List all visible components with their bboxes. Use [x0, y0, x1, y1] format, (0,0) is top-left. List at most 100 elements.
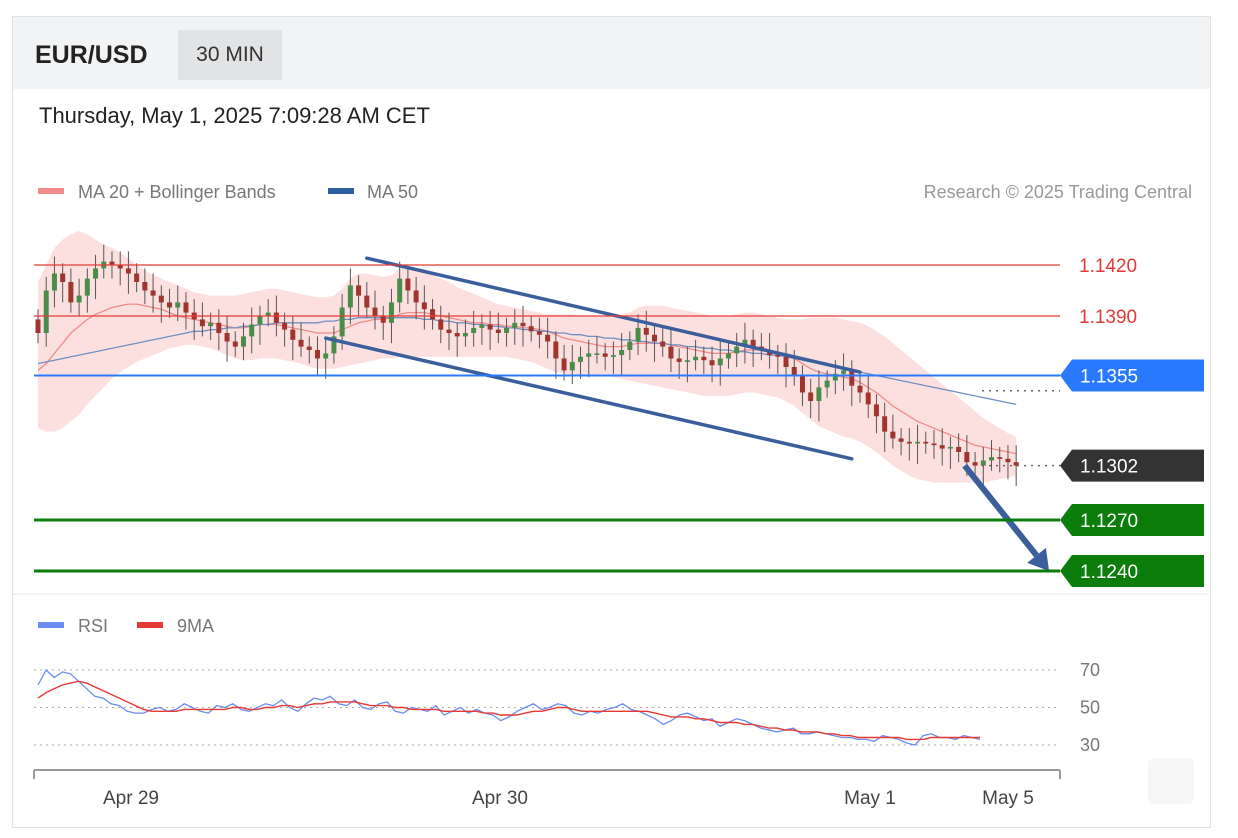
candle-body [356, 285, 362, 296]
candle-body [323, 353, 329, 359]
rsi-tick-label: 70 [1080, 660, 1100, 680]
rsi-ma-legend-swatch [137, 622, 163, 628]
support-tag: 1.1270 [1060, 504, 1204, 536]
candle-body [249, 324, 255, 337]
candle-body [898, 438, 904, 442]
x-tick-label: Apr 29 [103, 788, 159, 809]
candle-body [602, 353, 608, 357]
candle-body [93, 268, 99, 279]
candle-body [545, 334, 551, 342]
candle-body [372, 307, 378, 316]
candle-body [841, 370, 847, 374]
support-tag: 1.1240 [1060, 555, 1204, 587]
price-chart: MA 20 + Bollinger Bands MA 50 Research ©… [13, 182, 1209, 809]
candle-body [882, 416, 888, 432]
candle-body [347, 285, 353, 308]
ma20-legend-swatch [38, 188, 64, 194]
candle-body [849, 370, 855, 386]
candle-body [175, 302, 181, 308]
forecast-arrow-shaft [962, 463, 1039, 558]
candle-body [125, 268, 131, 274]
candle-body [167, 302, 173, 308]
x-tick-label: Apr 30 [472, 788, 528, 809]
candle-body [980, 460, 986, 466]
candle-body [964, 452, 970, 463]
pivot-tag-label: 1.1355 [1080, 367, 1138, 388]
credit-text: Research © 2025 Trading Central [924, 182, 1192, 202]
candle-body [989, 457, 995, 461]
candle-body [660, 341, 666, 347]
candle-body [216, 322, 222, 333]
resistance-label: 1.1390 [1079, 307, 1137, 328]
support-tag-label: 1.1240 [1080, 562, 1138, 583]
rsi-legend-label: RSI [78, 616, 108, 636]
candle-body [421, 302, 427, 310]
candle-body [306, 346, 312, 350]
candle-body [627, 341, 633, 350]
resistance-label: 1.1420 [1079, 256, 1137, 277]
candle-body [569, 361, 575, 371]
candle-body [405, 278, 411, 291]
candle-body [388, 302, 394, 323]
candle-body [816, 387, 822, 401]
candle-body [438, 319, 444, 330]
candle-body [298, 339, 304, 347]
candle-body [60, 273, 66, 282]
candle-body [471, 327, 477, 333]
x-tick-label: May 1 [844, 788, 896, 809]
candle-body [915, 441, 921, 444]
candle-body [947, 446, 953, 449]
pivot-tag: 1.1355 [1060, 359, 1204, 392]
zoom-widget[interactable] [1148, 758, 1194, 804]
rsi-legend-swatch [38, 622, 64, 628]
candle-body [873, 404, 879, 417]
candle-body [290, 329, 296, 340]
candle-body [693, 356, 699, 361]
candle-body [528, 326, 534, 332]
candle-body [446, 329, 452, 333]
candle-body [791, 367, 797, 376]
rsi-ma-line [37, 680, 980, 741]
candle-body [734, 346, 740, 354]
candle-body [923, 441, 929, 444]
candle-body [208, 322, 214, 327]
candle-body [150, 290, 156, 296]
candle-body [931, 443, 937, 446]
candle-body [339, 307, 345, 337]
rsi-tick-label: 30 [1080, 735, 1100, 755]
candle-body [865, 392, 871, 405]
last-tag-label: 1.1302 [1080, 457, 1138, 478]
candle-body [397, 278, 403, 303]
candle-body [561, 358, 567, 371]
candle-body [594, 353, 600, 355]
candle-body [783, 356, 789, 367]
candle-body [610, 355, 616, 357]
candle-body [684, 360, 690, 362]
candle-body [997, 457, 1003, 459]
candle-body [487, 324, 493, 330]
candle-body [643, 327, 649, 335]
candle-body [972, 462, 978, 466]
candle-body [717, 358, 723, 366]
candle-body [586, 353, 592, 357]
candle-body [857, 385, 863, 393]
candle-body [536, 331, 542, 335]
bollinger-band [38, 231, 1017, 483]
candle-body [462, 333, 468, 337]
rsi-ma-legend-label: 9MA [177, 616, 214, 636]
ma50-legend-swatch [328, 188, 354, 194]
candle-body [553, 341, 559, 359]
ma50-legend-label: MA 50 [367, 182, 418, 202]
candle-body [183, 302, 189, 313]
candle-body [701, 356, 707, 361]
candle-body [158, 295, 164, 303]
candle-body [68, 282, 74, 303]
candle-body [495, 329, 501, 333]
candle-body [635, 327, 641, 342]
candle-body [668, 346, 674, 359]
candle-body [512, 322, 518, 328]
candle-body [808, 392, 814, 401]
candle-body [906, 441, 912, 444]
last-tag: 1.1302 [1060, 449, 1204, 482]
support-tag-label: 1.1270 [1080, 511, 1138, 532]
